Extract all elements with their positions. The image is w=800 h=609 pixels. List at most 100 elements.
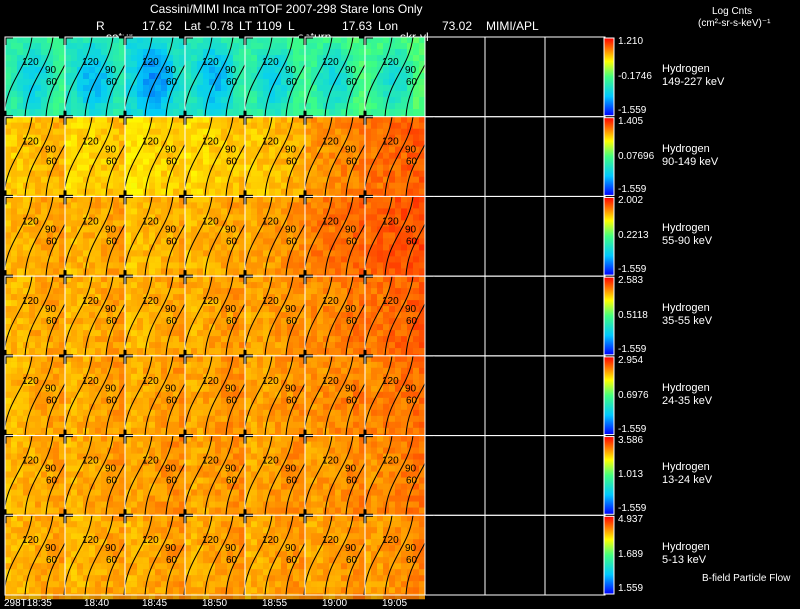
heat-cell (395, 97, 401, 103)
heat-cell (95, 336, 101, 343)
heat-cell (221, 97, 227, 103)
heat-cell (323, 232, 329, 239)
heat-cell (281, 288, 287, 295)
heat-cell (17, 158, 23, 165)
heat-cell (353, 128, 359, 135)
frame-3-5: 1209060 (299, 270, 375, 361)
heat-cell (353, 294, 359, 301)
heat-cell (311, 55, 317, 61)
heat-cell (95, 367, 101, 374)
contour-label: 120 (382, 296, 399, 307)
heat-cell (251, 385, 257, 392)
heat-cell (299, 170, 305, 177)
heat-cell (59, 85, 65, 91)
heat-cell (401, 103, 407, 109)
heat-cell (65, 220, 71, 227)
heat-cell (23, 73, 29, 79)
heat-cell (395, 330, 401, 337)
heat-cell (71, 348, 77, 355)
heat-cell (323, 91, 329, 97)
heat-cell (155, 182, 161, 189)
heat-cell (41, 196, 47, 203)
heat-cell (275, 367, 281, 374)
heat-cell (263, 361, 269, 368)
frame-3-1: 1209060 (59, 270, 135, 361)
heat-cell (5, 134, 11, 141)
heat-cell (257, 342, 263, 349)
heat-cell (281, 202, 287, 209)
heat-cell (275, 276, 281, 283)
heat-cell (17, 342, 23, 349)
heat-cell (251, 170, 257, 177)
heat-cell (41, 415, 47, 422)
heat-cell (11, 373, 17, 380)
heat-cell (257, 250, 263, 257)
heat-cell (77, 85, 83, 91)
heat-cell (17, 256, 23, 263)
heat-cell (395, 268, 401, 275)
heat-cell (71, 361, 77, 368)
contour-label: 60 (166, 236, 178, 247)
heat-cell (125, 61, 131, 67)
heat-cell (293, 276, 299, 283)
heat-cell (299, 403, 305, 410)
heat-cell (143, 238, 149, 245)
heat-cell (143, 43, 149, 49)
heat-cell (311, 61, 317, 67)
heat-cell (191, 348, 197, 355)
heat-cell (161, 276, 167, 283)
heat-cell (71, 379, 77, 386)
heat-cell (113, 330, 119, 337)
frame-border (484, 116, 546, 197)
heat-cell (35, 116, 41, 123)
heat-cell (89, 49, 95, 55)
heat-cell (95, 43, 101, 49)
heat-cell (317, 250, 323, 257)
heat-cell (137, 128, 143, 135)
heat-cell (239, 55, 245, 61)
heat-cell (263, 196, 269, 203)
heat-cell (11, 91, 17, 97)
heat-cell (71, 282, 77, 289)
heat-cell (221, 367, 227, 374)
heat-cell (221, 122, 227, 129)
contour-label: 120 (322, 296, 339, 307)
heat-cell (143, 232, 149, 239)
heat-cell (203, 37, 209, 43)
heat-cell (131, 306, 137, 313)
heat-cell (335, 244, 341, 251)
heat-cell (311, 140, 317, 147)
heat-cell (239, 176, 245, 183)
contour-label: 60 (226, 236, 238, 247)
heat-cell (323, 37, 329, 43)
heat-cell (11, 67, 17, 73)
heat-cell (281, 330, 287, 337)
heat-cell (23, 282, 29, 289)
heat-cell (251, 367, 257, 374)
heat-cell (305, 318, 311, 325)
heat-cell (155, 262, 161, 269)
heat-cell (101, 49, 107, 55)
heat-cell (101, 97, 107, 103)
heat-cell (377, 91, 383, 97)
frame-0-0: 1209060 (0, 31, 75, 121)
heat-cell (221, 196, 227, 203)
heat-cell (293, 49, 299, 55)
heat-cell (257, 268, 263, 275)
heat-cell (269, 103, 275, 109)
heat-cell (359, 97, 365, 103)
heat-cell (161, 128, 167, 135)
heat-cell (341, 103, 347, 109)
heat-cell (353, 97, 359, 103)
heat-cell (263, 85, 269, 91)
heat-cell (125, 379, 131, 386)
heat-cell (173, 97, 179, 103)
heat-cell (311, 294, 317, 301)
heat-cell (203, 85, 209, 91)
heat-cell (29, 342, 35, 349)
heat-cell (359, 324, 365, 331)
heat-cell (239, 256, 245, 263)
heat-cell (89, 391, 95, 398)
heat-cell (299, 288, 305, 295)
heat-cell (59, 288, 65, 295)
